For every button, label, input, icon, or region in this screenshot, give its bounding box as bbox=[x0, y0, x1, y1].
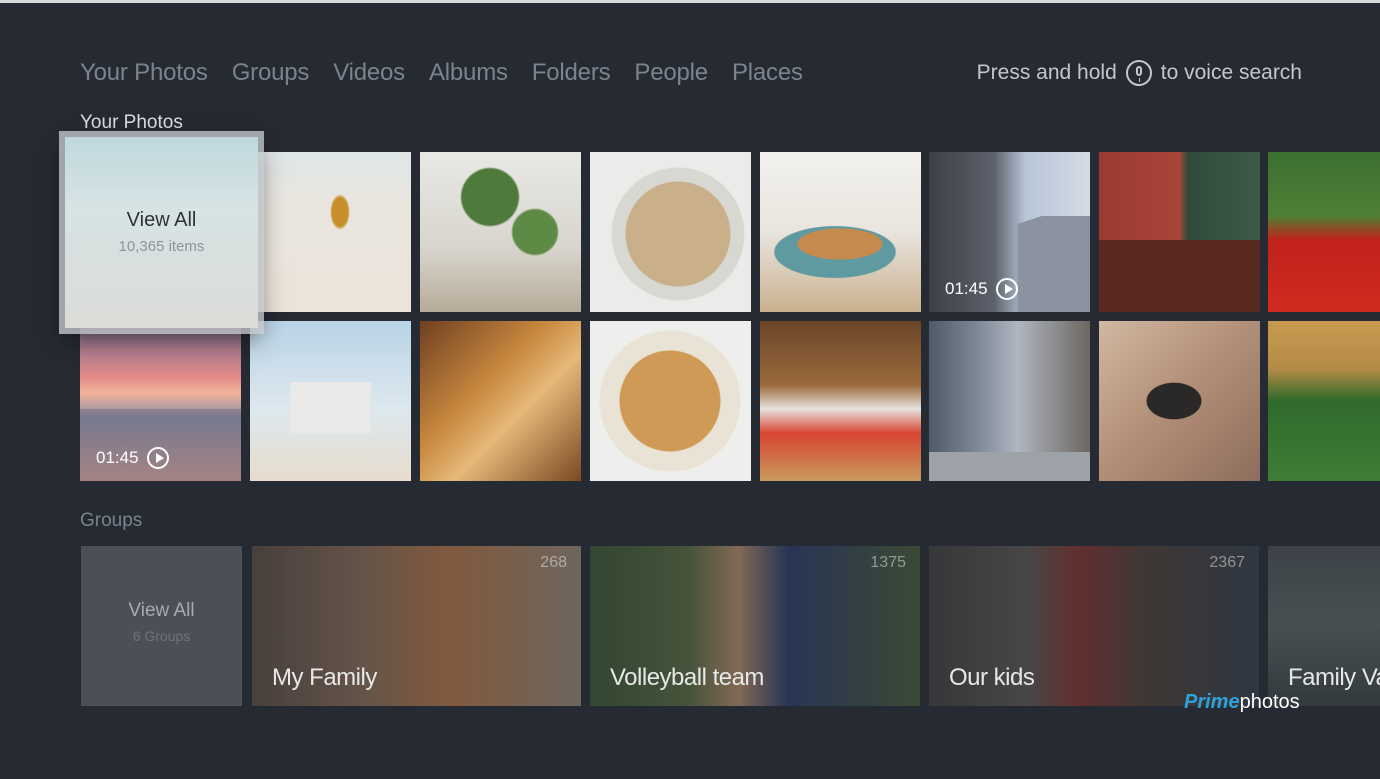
groups-view-all-tile[interactable]: View All 6 Groups bbox=[81, 546, 242, 706]
photo-skyscrapers-video[interactable]: 01:45 bbox=[929, 152, 1090, 312]
microphone-icon bbox=[1125, 60, 1152, 86]
nav-folders[interactable]: Folders bbox=[532, 58, 611, 88]
nav-groups[interactable]: Groups bbox=[232, 58, 310, 88]
photo-houseplants[interactable] bbox=[420, 152, 581, 312]
category-nav: Your Photos Groups Videos Albums Folders… bbox=[80, 58, 827, 88]
photo-granola-bowl[interactable] bbox=[590, 152, 751, 312]
group-name: Family Va bbox=[1288, 664, 1380, 691]
photo-city-street[interactable] bbox=[929, 321, 1090, 481]
nav-albums[interactable]: Albums bbox=[429, 58, 508, 88]
play-icon bbox=[995, 278, 1018, 300]
photo-red-storefront[interactable] bbox=[1099, 152, 1260, 312]
group-tile-family-vacation[interactable]: Family Va bbox=[1268, 546, 1380, 706]
prime-photos-logo: Primephotos bbox=[1184, 691, 1300, 714]
group-photo-count: 268 bbox=[540, 554, 567, 571]
photo-bread-slices[interactable] bbox=[420, 321, 581, 481]
group-name: Our kids bbox=[949, 664, 1035, 691]
video-duration: 01:45 bbox=[945, 278, 1018, 300]
group-photo-count: 2367 bbox=[1209, 554, 1245, 571]
photo-tropical-sunset-video[interactable]: 01:45 bbox=[80, 321, 241, 481]
photo-lifeguard-tower[interactable] bbox=[250, 321, 411, 481]
group-photo-count: 1375 bbox=[870, 554, 906, 571]
video-duration-text: 01:45 bbox=[945, 279, 988, 298]
play-icon bbox=[146, 447, 169, 469]
voice-search-hint: Press and hold to voice search bbox=[977, 60, 1302, 86]
nav-people[interactable]: People bbox=[634, 58, 708, 88]
your-photos-title: Your Photos bbox=[80, 112, 183, 133]
view-all-label: View All bbox=[126, 209, 197, 231]
top-border bbox=[0, 0, 1380, 3]
group-tile-volleyball-team[interactable]: 1375 Volleyball team bbox=[590, 546, 920, 706]
group-tile-our-kids[interactable]: 2367 Our kids bbox=[929, 546, 1259, 706]
photo-radishes-tomatoes[interactable] bbox=[1268, 152, 1380, 312]
group-name: My Family bbox=[272, 664, 377, 691]
photo-pancakes[interactable] bbox=[760, 152, 921, 312]
logo-prime-text: Prime bbox=[1184, 691, 1240, 713]
video-duration-text: 01:45 bbox=[96, 448, 139, 467]
nav-videos[interactable]: Videos bbox=[333, 58, 405, 88]
view-all-count: 10,365 items bbox=[118, 238, 205, 255]
photo-sleeping-puppy[interactable] bbox=[1099, 321, 1260, 481]
video-duration: 01:45 bbox=[96, 447, 169, 469]
groups-view-all-label: View All bbox=[128, 600, 195, 621]
groups-title: Groups bbox=[80, 510, 143, 531]
group-name: Volleyball team bbox=[610, 664, 764, 691]
photo-pineapple-beach[interactable] bbox=[250, 152, 411, 312]
voice-hint-suffix: to voice search bbox=[1160, 61, 1302, 84]
photo-vegetables-basket[interactable] bbox=[1268, 321, 1380, 481]
logo-photos-text: photos bbox=[1239, 691, 1300, 713]
photo-tomato-bruschetta[interactable] bbox=[760, 321, 921, 481]
nav-your-photos[interactable]: Your Photos bbox=[80, 58, 208, 88]
group-tile-my-family[interactable]: 268 My Family bbox=[252, 546, 581, 706]
photos-view-all-tile[interactable]: View All 10,365 items bbox=[65, 137, 258, 328]
photo-muffins[interactable] bbox=[590, 321, 751, 481]
nav-places[interactable]: Places bbox=[732, 58, 803, 88]
groups-view-all-count: 6 Groups bbox=[132, 628, 191, 644]
voice-hint-prefix: Press and hold bbox=[976, 61, 1117, 84]
